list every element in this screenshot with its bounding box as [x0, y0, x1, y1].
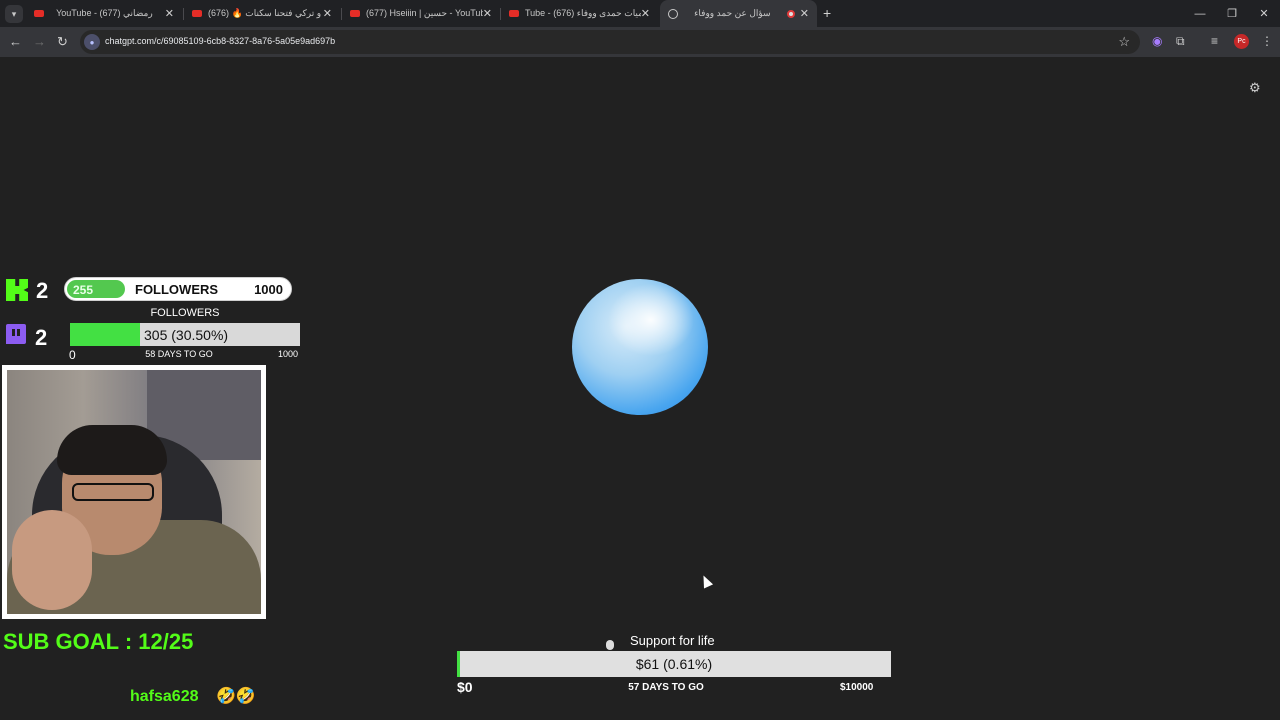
close-icon[interactable]: ✕	[323, 7, 332, 20]
window-close-icon[interactable]: ✕	[1248, 0, 1280, 27]
voice-mode-orb	[572, 279, 708, 415]
twitch-goal-max: 1000	[278, 349, 299, 359]
donation-goal-title: Support for life	[630, 633, 715, 648]
recording-icon	[786, 9, 795, 18]
forward-icon[interactable]: →	[33, 34, 46, 49]
microphone-icon[interactable]: ●	[84, 34, 100, 50]
tab-strip: ▾ YouTube - رمضاني (677) ✕ أنا و تركي فت…	[0, 0, 1280, 27]
kick-follower-goal-bar: 255 FOLLOWERS 1000	[64, 277, 292, 301]
tab-youtube-4[interactable]: Tube - يوميات حمدى ووفاء (676) ✕	[501, 0, 658, 27]
tab-youtube-2[interactable]: أنا و تركي فتحنا سكنات 🔥 (676) ✕	[184, 0, 340, 27]
minimize-icon[interactable]: —	[1184, 0, 1216, 27]
webcam-video	[7, 370, 261, 614]
close-icon[interactable]: ✕	[165, 7, 174, 20]
tab-title: أنا و تركي فتحنا سكنات 🔥 (676)	[208, 8, 323, 18]
kick-goal-label: FOLLOWERS	[135, 282, 219, 297]
microphone-icon	[606, 640, 614, 650]
tab-chatgpt-active[interactable]: سؤال عن حمد ووفاء ✕	[660, 0, 817, 27]
close-icon[interactable]: ✕	[800, 7, 809, 20]
maximize-icon[interactable]: ❐	[1216, 0, 1248, 27]
kick-goal-max: 1000	[254, 282, 283, 297]
tab-title: سؤال عن حمد ووفاء	[694, 8, 771, 18]
donation-goal-value: $61 (0.61%)	[635, 656, 713, 672]
sub-goal-text: SUB GOAL : 12/25	[3, 629, 194, 654]
close-icon[interactable]: ✕	[641, 7, 650, 20]
donation-goal-max: $10000	[840, 682, 874, 693]
new-tab-button[interactable]: +	[823, 5, 831, 21]
twitch-goal-title: FOLLOWERS	[150, 307, 220, 319]
tab-search-button[interactable]: ▾	[5, 5, 23, 23]
twitch-goal-min: 0	[69, 348, 76, 362]
donation-days-left: 57 DAYS TO GO	[628, 682, 704, 693]
kick-logo-icon	[6, 279, 28, 301]
bookmark-star-icon[interactable]: ☆	[1118, 34, 1130, 50]
address-bar[interactable]: ● chatgpt.com/c/69085109-6cb8-8327-8a76-…	[80, 30, 1140, 54]
tab-title: (677) Hseiiin | حسين - YouTube	[366, 8, 483, 18]
chat-username: hafsa628	[130, 688, 199, 705]
twitch-goal-value: 305 (30.50%)	[144, 327, 229, 343]
webcam-frame	[2, 365, 266, 619]
menu-icon[interactable]: ⋮	[1261, 34, 1273, 48]
browser-toolbar: ← → ↻ ● chatgpt.com/c/69085109-6cb8-8327…	[0, 27, 1280, 57]
close-icon[interactable]: ✕	[483, 7, 492, 20]
mouse-cursor	[698, 573, 714, 589]
chatgpt-icon	[668, 8, 678, 19]
donation-goal-min: $0	[457, 679, 473, 695]
donation-goal-bar: $61 (0.61%)	[457, 651, 891, 677]
media-control-icon[interactable]: ≡	[1211, 34, 1218, 48]
twitch-logo-icon	[6, 324, 26, 344]
kick-viewer-count: 2	[36, 278, 49, 303]
puzzle-icon[interactable]: ⧉	[1176, 34, 1185, 49]
chevron-down-icon: ▾	[11, 8, 17, 19]
back-icon[interactable]: ←	[9, 34, 22, 49]
youtube-icon	[509, 10, 519, 17]
youtube-icon	[192, 10, 202, 17]
reload-icon[interactable]: ↻	[57, 34, 68, 50]
youtube-icon	[34, 10, 44, 17]
sliders-icon[interactable]: ⚙	[1249, 80, 1261, 96]
profile-avatar[interactable]: Pc	[1234, 34, 1249, 49]
tab-youtube-3[interactable]: (677) Hseiiin | حسين - YouTube ✕	[342, 0, 500, 27]
tab-youtube-1[interactable]: YouTube - رمضاني (677) ✕	[26, 0, 182, 27]
tab-title: Tube - يوميات حمدى ووفاء (676)	[525, 8, 641, 18]
window-controls: — ❐ ✕	[1184, 0, 1280, 27]
twitch-progress-fill	[70, 323, 141, 346]
tab-title: YouTube - رمضاني (677)	[56, 8, 153, 18]
youtube-icon	[350, 10, 360, 17]
url-text[interactable]: chatgpt.com/c/69085109-6cb8-8327-8a76-5a…	[105, 36, 335, 46]
twitch-viewer-count: 2	[35, 325, 48, 350]
extension-icon[interactable]: ◉	[1152, 34, 1162, 48]
twitch-days-left: 58 DAYS TO GO	[145, 349, 213, 359]
twitch-follower-goal-bar: 305 (30.50%)	[70, 323, 300, 346]
kick-current-value: 255	[73, 283, 94, 297]
chat-message: 🤣🤣	[216, 688, 256, 705]
